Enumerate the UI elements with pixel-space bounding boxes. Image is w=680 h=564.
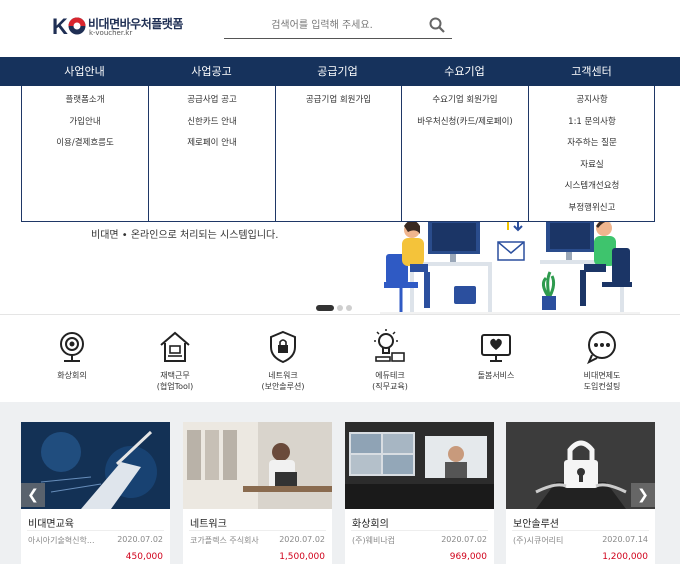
carousel-next-icon[interactable]: ❯ bbox=[631, 483, 655, 507]
service-remote-work[interactable]: 재택근무 (협업Tool) bbox=[135, 329, 215, 392]
product-carousel: 비대면교육 아시아기술혁신학... 2020.07.02 450,000 네트워… bbox=[0, 402, 680, 564]
product-card[interactable]: 네트워크 코가플렉스 주식회사 2020.07.02 1,500,000 bbox=[183, 422, 332, 564]
product-card[interactable]: 화상회의 (주)웨비나컴 2020.07.02 969,000 bbox=[345, 422, 494, 564]
menu-item-system-improvement[interactable]: 시스템개선요청 bbox=[529, 176, 655, 198]
service-label: 비대면제도 도입컨설팅 bbox=[583, 371, 621, 391]
video-meeting-image bbox=[345, 422, 494, 509]
menu-item-payment-flow[interactable]: 이용/결제흐름도 bbox=[22, 133, 148, 155]
shield-lock-icon bbox=[270, 330, 296, 364]
site-logo[interactable]: K 비대면바우처플랫폼 k-voucher.kr bbox=[52, 14, 202, 40]
nav-item-demander[interactable]: 수요기업 bbox=[401, 57, 528, 86]
svg-text:K: K bbox=[52, 14, 68, 38]
home-work-icon bbox=[160, 331, 190, 362]
logo-url: k-voucher.kr bbox=[89, 29, 133, 37]
card-divider bbox=[27, 530, 164, 531]
menu-item-faq[interactable]: 자주하는 질문 bbox=[529, 133, 655, 155]
nav-item-business[interactable]: 사업안내 bbox=[21, 57, 148, 86]
product-title: 네트워크 bbox=[190, 519, 227, 530]
service-label: 돌봄서비스 bbox=[477, 371, 515, 380]
dropdown-column-support: 공지사항 1:1 문의사항 자주하는 질문 자료실 시스템개선요청 부정행위신고 bbox=[529, 86, 655, 221]
dropdown-column-business: 플랫폼소개 가입안내 이용/결제흐름도 bbox=[22, 86, 149, 221]
product-title: 비대면교육 bbox=[28, 519, 74, 530]
nav-item-support[interactable]: 고객센터 bbox=[528, 57, 655, 86]
menu-item-report-fraud[interactable]: 부정행위신고 bbox=[529, 198, 655, 220]
product-title: 보안솔루션 bbox=[513, 519, 559, 530]
care-monitor-icon bbox=[481, 334, 511, 362]
chat-bubble-icon bbox=[587, 331, 616, 365]
service-categories: 화상회의 재택근무 (협업Tool) 네트워크 (보안솔루션) 에듀테크 (직무… bbox=[0, 314, 680, 402]
product-company: (주)시큐어리티 bbox=[513, 536, 564, 545]
service-consulting[interactable]: 비대면제도 도입컨설팅 bbox=[562, 329, 642, 392]
card-divider bbox=[351, 530, 488, 531]
slider-dot-2[interactable] bbox=[337, 304, 343, 311]
slider-dots bbox=[316, 297, 355, 311]
service-label: 에듀테크 (직무교육) bbox=[372, 371, 408, 391]
site-header: K 비대면바우처플랫폼 k-voucher.kr bbox=[0, 0, 680, 57]
product-company: 아시아기술혁신학... bbox=[28, 536, 95, 545]
card-divider bbox=[512, 530, 649, 531]
service-label: 재택근무 (협업Tool) bbox=[156, 371, 194, 391]
service-label: 네트워크 (보안솔루션) bbox=[261, 371, 305, 391]
product-price: 969,000 bbox=[449, 552, 487, 562]
nav-item-notice[interactable]: 사업공고 bbox=[148, 57, 275, 86]
menu-item-voucher-apply[interactable]: 바우처신청(카드/제로페이) bbox=[402, 112, 528, 134]
product-company: 코가플렉스 주식회사 bbox=[190, 536, 259, 545]
menu-item-demander-signup[interactable]: 수요기업 회원가입 bbox=[402, 90, 528, 112]
service-edutech[interactable]: 에듀테크 (직무교육) bbox=[350, 329, 430, 392]
menu-item-platform-intro[interactable]: 플랫폼소개 bbox=[22, 90, 148, 112]
nav-item-supplier[interactable]: 공급기업 bbox=[274, 57, 401, 86]
search-input[interactable] bbox=[224, 15, 420, 35]
card-divider bbox=[189, 530, 326, 531]
menu-item-supply-notice[interactable]: 공급사업 공고 bbox=[149, 90, 275, 112]
product-date: 2020.07.02 bbox=[441, 535, 487, 544]
slider-dot-1[interactable] bbox=[316, 304, 334, 311]
menu-item-join-guide[interactable]: 가입안내 bbox=[22, 112, 148, 134]
service-network[interactable]: 네트워크 (보안솔루션) bbox=[243, 329, 323, 392]
product-date: 2020.07.14 bbox=[602, 535, 648, 544]
service-video-conference[interactable]: 화상회의 bbox=[32, 329, 112, 381]
dropdown-column-notice: 공급사업 공고 신한카드 안내 제로페이 안내 bbox=[149, 86, 276, 221]
menu-item-inquiry[interactable]: 1:1 문의사항 bbox=[529, 112, 655, 134]
search-bar bbox=[224, 11, 452, 39]
product-date: 2020.07.02 bbox=[279, 535, 325, 544]
service-label: 화상회의 bbox=[57, 371, 87, 380]
menu-item-zeropay[interactable]: 제로페이 안내 bbox=[149, 133, 275, 155]
service-care[interactable]: 돌봄서비스 bbox=[456, 329, 536, 381]
product-company: (주)웨비나컴 bbox=[352, 536, 396, 545]
product-price: 1,200,000 bbox=[602, 552, 648, 562]
search-icon[interactable] bbox=[428, 16, 446, 34]
menu-item-supplier-signup[interactable]: 공급기업 회원가입 bbox=[276, 90, 401, 112]
network-image bbox=[183, 422, 332, 509]
product-title: 화상회의 bbox=[352, 519, 389, 530]
main-nav: 사업안내 사업공고 공급기업 수요기업 고객센터 bbox=[0, 57, 680, 86]
menu-item-shinhan-card[interactable]: 신한카드 안내 bbox=[149, 112, 275, 134]
product-date: 2020.07.02 bbox=[117, 535, 163, 544]
nav-dropdown-menu: 플랫폼소개 가입안내 이용/결제흐름도 공급사업 공고 신한카드 안내 제로페이… bbox=[21, 86, 655, 222]
dropdown-column-demander: 수요기업 회원가입 바우처신청(카드/제로페이) bbox=[402, 86, 529, 221]
product-price: 450,000 bbox=[125, 552, 163, 562]
carousel-prev-icon[interactable]: ❮ bbox=[21, 483, 45, 507]
menu-item-notices[interactable]: 공지사항 bbox=[529, 90, 655, 112]
remote-work-illustration-icon bbox=[380, 214, 640, 314]
product-price: 1,500,000 bbox=[279, 552, 325, 562]
menu-item-resources[interactable]: 자료실 bbox=[529, 155, 655, 177]
hero-text: 비대면 • 온라인으로 처리되는 시스템입니다. bbox=[91, 230, 279, 241]
webcam-icon bbox=[60, 332, 84, 362]
dropdown-column-supplier: 공급기업 회원가입 bbox=[276, 86, 402, 221]
logo-mark-icon: K bbox=[52, 14, 86, 38]
lightbulb-edu-icon bbox=[374, 329, 405, 362]
slider-dot-3[interactable] bbox=[346, 304, 352, 311]
